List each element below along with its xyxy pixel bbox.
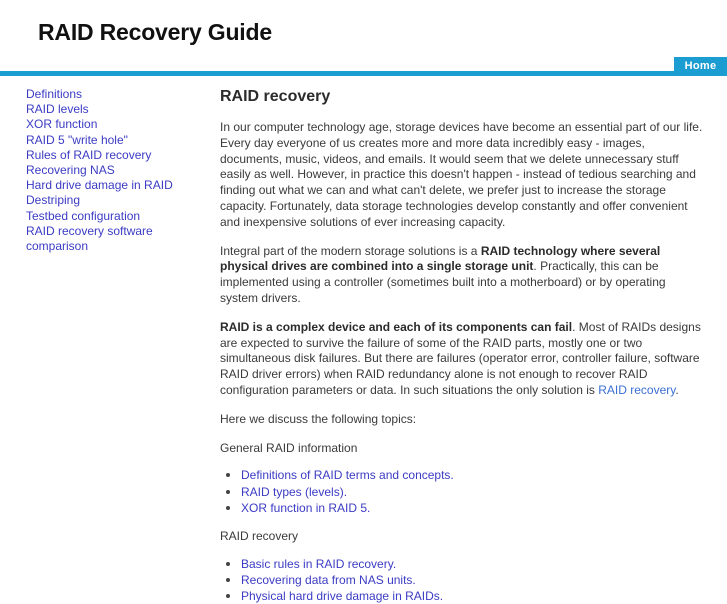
link-xor-function-in-raid5[interactable]: XOR function in RAID 5. bbox=[241, 501, 370, 515]
sidebar-item-xor-function[interactable]: XOR function bbox=[26, 117, 206, 132]
raid-failure-paragraph: RAID is a complex device and each of its… bbox=[220, 320, 705, 399]
section-label-general-raid-information: General RAID information bbox=[220, 440, 358, 455]
section-label-raid-recovery: RAID recovery bbox=[220, 528, 299, 543]
list-item: RAID types (levels). bbox=[220, 484, 705, 500]
link-recovering-data-from-nas[interactable]: Recovering data from NAS units. bbox=[241, 573, 416, 587]
inline-link-raid-recovery[interactable]: RAID recovery bbox=[598, 383, 675, 397]
sidebar-item-raid5-write-hole[interactable]: RAID 5 "write hole" bbox=[26, 133, 206, 148]
list-item: XOR function in RAID 5. bbox=[220, 500, 705, 516]
link-definitions-of-raid-terms[interactable]: Definitions of RAID terms and concepts. bbox=[241, 468, 454, 482]
paragraph2-lead: Integral part of the modern storage solu… bbox=[220, 243, 481, 258]
raid-technology-paragraph: Integral part of the modern storage solu… bbox=[220, 244, 705, 307]
link-raid-types-levels[interactable]: RAID types (levels). bbox=[241, 485, 347, 499]
sidebar-item-recovering-nas[interactable]: Recovering NAS bbox=[26, 163, 206, 178]
intro-paragraph: In our computer technology age, storage … bbox=[220, 120, 703, 229]
topic-list-recovery: Basic rules in RAID recovery. Recovering… bbox=[220, 556, 705, 604]
list-item: Recovering data from NAS units. bbox=[220, 572, 705, 588]
sidebar-item-definitions[interactable]: Definitions bbox=[26, 87, 206, 102]
list-item: Basic rules in RAID recovery. bbox=[220, 556, 705, 572]
main-content: RAID recovery In our computer technology… bbox=[220, 76, 705, 604]
site-header: RAID Recovery Guide Home bbox=[0, 0, 727, 76]
sidebar-item-raid-levels[interactable]: RAID levels bbox=[26, 102, 206, 117]
link-physical-hard-drive-damage[interactable]: Physical hard drive damage in RAIDs. bbox=[241, 589, 443, 603]
sidebar-nav: Definitions RAID levels XOR function RAI… bbox=[26, 87, 206, 254]
list-item: Physical hard drive damage in RAIDs. bbox=[220, 588, 705, 604]
topic-list-general: Definitions of RAID terms and concepts. … bbox=[220, 467, 705, 516]
link-basic-rules-in-raid-recovery[interactable]: Basic rules in RAID recovery. bbox=[241, 557, 396, 571]
sidebar-item-hard-drive-damage[interactable]: Hard drive damage in RAID bbox=[26, 178, 206, 193]
paragraph3-bold: RAID is a complex device and each of its… bbox=[220, 319, 573, 334]
sidebar-item-software-comparison[interactable]: RAID recovery software comparison bbox=[26, 224, 206, 254]
paragraph3-tail: . bbox=[675, 382, 679, 397]
sidebar-item-destriping[interactable]: Destriping bbox=[26, 193, 206, 208]
topics-intro: Here we discuss the following topics: bbox=[220, 411, 417, 426]
page-title: RAID Recovery Guide bbox=[38, 19, 272, 45]
sidebar-item-rules-of-raid-recovery[interactable]: Rules of RAID recovery bbox=[26, 148, 206, 163]
sidebar-item-testbed-configuration[interactable]: Testbed configuration bbox=[26, 209, 206, 224]
content-heading: RAID recovery bbox=[220, 88, 331, 105]
list-item: Definitions of RAID terms and concepts. bbox=[220, 467, 705, 483]
